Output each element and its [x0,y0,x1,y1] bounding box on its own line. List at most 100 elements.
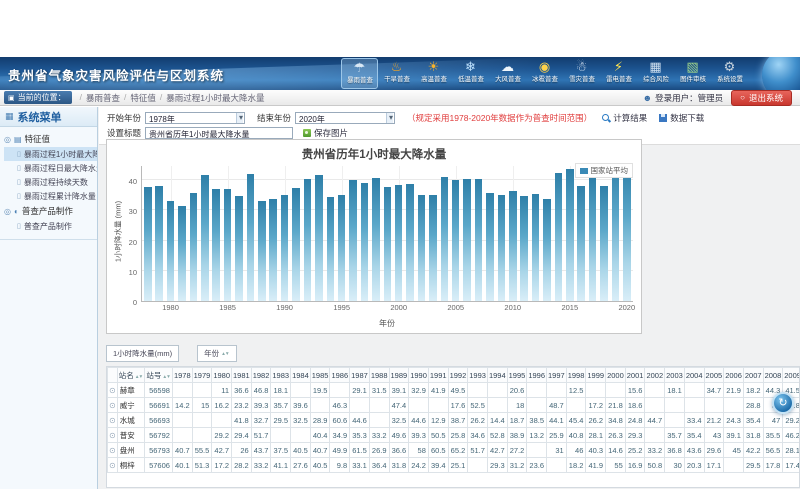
header-year-1996[interactable]: 1996 [527,368,547,383]
header-year-1998[interactable]: 1998 [566,368,586,383]
header-year-2001[interactable]: 2001 [625,368,645,383]
sort-arrows-icon[interactable]: ▴▾ [163,374,171,380]
header-year-2006[interactable]: 2006 [724,368,744,383]
bar-2007[interactable] [475,179,483,301]
bar-2000[interactable] [395,185,403,301]
tree-item-暴雨过程累计降水量[interactable]: ▯暴雨过程累计降水量 [4,189,97,203]
bar-1994[interactable] [327,197,335,301]
bar-2012[interactable] [532,194,540,301]
nav-item-图件审核[interactable]: ▧图件审核 [674,58,711,89]
bar-1979[interactable] [155,186,163,301]
bar-2016[interactable] [577,186,585,301]
bar-2010[interactable] [509,191,517,301]
bar-2003[interactable] [429,195,437,301]
table-row-桐梓[interactable]: ⊙桐梓5760640.151.317.228.233.241.127.640.5… [108,458,800,473]
row-select-icon[interactable]: ⊙ [108,398,118,413]
tree-item-暴雨过程1小时最大降水量[interactable]: ▯暴雨过程1小时最大降水量 [4,147,97,161]
header-year-2004[interactable]: 2004 [684,368,704,383]
nav-item-冰雹普查[interactable]: ◉冰雹普查 [526,58,563,89]
row-select-icon[interactable]: ⊙ [108,383,118,398]
chart-title-input[interactable]: 贵州省历年1小时最大降水量 [145,127,293,139]
bar-1993[interactable] [315,175,323,301]
tree-group-普查产品制作[interactable]: ◎◐普查产品制作 [4,203,97,219]
nav-item-雷电普查[interactable]: ⚡雷电普查 [600,58,637,89]
bar-1995[interactable] [338,195,346,301]
nav-item-高温普查[interactable]: ☀高温普查 [415,58,452,89]
header-year-1985[interactable]: 1985 [310,368,330,383]
nav-item-暴雨普查[interactable]: ☂暴雨普查 [341,58,378,89]
header-year-2007[interactable]: 2007 [743,368,763,383]
nav-item-雪灾普查[interactable]: ☃雪灾普查 [563,58,600,89]
bar-1985[interactable] [224,189,232,301]
header-year-1992[interactable]: 1992 [448,368,468,383]
logout-button[interactable]: ○ 退出系统 [731,90,792,106]
bar-1984[interactable] [212,189,220,301]
row-select-icon[interactable]: ⊙ [108,413,118,428]
bar-2002[interactable] [418,195,426,301]
bar-1992[interactable] [304,179,312,301]
bar-1978[interactable] [144,187,152,301]
header-station-name[interactable]: 站名 ▴▾ [117,368,145,383]
bar-1989[interactable] [269,199,277,301]
tree-item-暴雨过程持续天数[interactable]: ▯暴雨过程持续天数 [4,175,97,189]
header-station-id[interactable]: 站号 ▴▾ [145,368,173,383]
bar-1997[interactable] [361,183,369,301]
bar-2001[interactable] [406,184,414,301]
header-year-2008[interactable]: 2008 [763,368,783,383]
end-year-select[interactable]: 2020年 [295,112,395,124]
nav-item-干旱普查[interactable]: ♨干旱普查 [378,58,415,89]
year-sort-box[interactable]: 年份 ▴▾ [197,345,237,362]
header-year-2002[interactable]: 2002 [645,368,665,383]
table-row-水城[interactable]: ⊙水城5669341.832.729.532.528.960.644.632.5… [108,413,800,428]
sort-arrows-icon[interactable]: ▴▾ [136,374,144,380]
breadcrumb-item[interactable]: 暴雨过程1小时最大降水量 [166,92,264,104]
bar-1988[interactable] [258,201,266,301]
breadcrumb-item[interactable]: 特征值 [130,92,156,104]
bar-2015[interactable] [566,169,574,301]
header-year-1979[interactable]: 1979 [192,368,212,383]
save-image-button[interactable]: 保存图片 [303,127,348,139]
row-select-icon[interactable]: ⊙ [108,428,118,443]
bar-1983[interactable] [201,175,209,301]
header-year-1993[interactable]: 1993 [468,368,488,383]
header-year-1994[interactable]: 1994 [487,368,507,383]
bar-1990[interactable] [281,195,289,301]
bar-1999[interactable] [384,187,392,301]
bar-2006[interactable] [463,179,471,301]
header-year-1995[interactable]: 1995 [507,368,527,383]
sort-arrows-icon[interactable]: ▴▾ [222,351,230,357]
bar-2019[interactable] [612,163,620,301]
table-row-赫章[interactable]: ⊙赫章565981136.646.818.119.529.131.539.132… [108,383,800,398]
header-year-1984[interactable]: 1984 [291,368,311,383]
header-year-1989[interactable]: 1989 [389,368,409,383]
table-row-普安[interactable]: ⊙普安5679229.229.451.740.434.935.333.249.6… [108,428,800,443]
header-year-1999[interactable]: 1999 [586,368,606,383]
refresh-floating-button[interactable]: ↻ [772,392,794,414]
tree-item-暴雨过程日最大降水量[interactable]: ▯暴雨过程日最大降水量 [4,161,97,175]
header-year-1986[interactable]: 1986 [330,368,350,383]
nav-item-综合风险[interactable]: ▦综合风险 [637,58,674,89]
header-year-1991[interactable]: 1991 [428,368,448,383]
header-year-1981[interactable]: 1981 [232,368,252,383]
tree-item-普查产品制作[interactable]: ▯普查产品制作 [4,219,97,233]
bar-1991[interactable] [292,188,300,301]
bar-2020[interactable] [623,165,631,301]
header-year-1978[interactable]: 1978 [172,368,192,383]
header-year-1983[interactable]: 1983 [271,368,291,383]
bar-2004[interactable] [441,177,449,301]
table-row-盘州[interactable]: ⊙盘州5679340.755.542.72643.737.540.540.749… [108,443,800,458]
header-year-2009[interactable]: 2009 [783,368,800,383]
bar-1986[interactable] [235,196,243,301]
row-select-icon[interactable]: ⊙ [108,458,118,473]
header-year-2000[interactable]: 2000 [606,368,626,383]
header-year-1987[interactable]: 1987 [350,368,370,383]
bar-1998[interactable] [372,178,380,301]
table-row-威宁[interactable]: ⊙威宁5669114.21516.223.239.335.739.646.347… [108,398,800,413]
header-year-1980[interactable]: 1980 [212,368,232,383]
bar-1982[interactable] [190,193,198,301]
nav-item-低温普查[interactable]: ❄低温普查 [452,58,489,89]
row-select-icon[interactable]: ⊙ [108,443,118,458]
bar-2008[interactable] [486,193,494,301]
bar-2014[interactable] [555,173,563,301]
breadcrumb-item[interactable]: 暴雨普查 [86,92,120,104]
